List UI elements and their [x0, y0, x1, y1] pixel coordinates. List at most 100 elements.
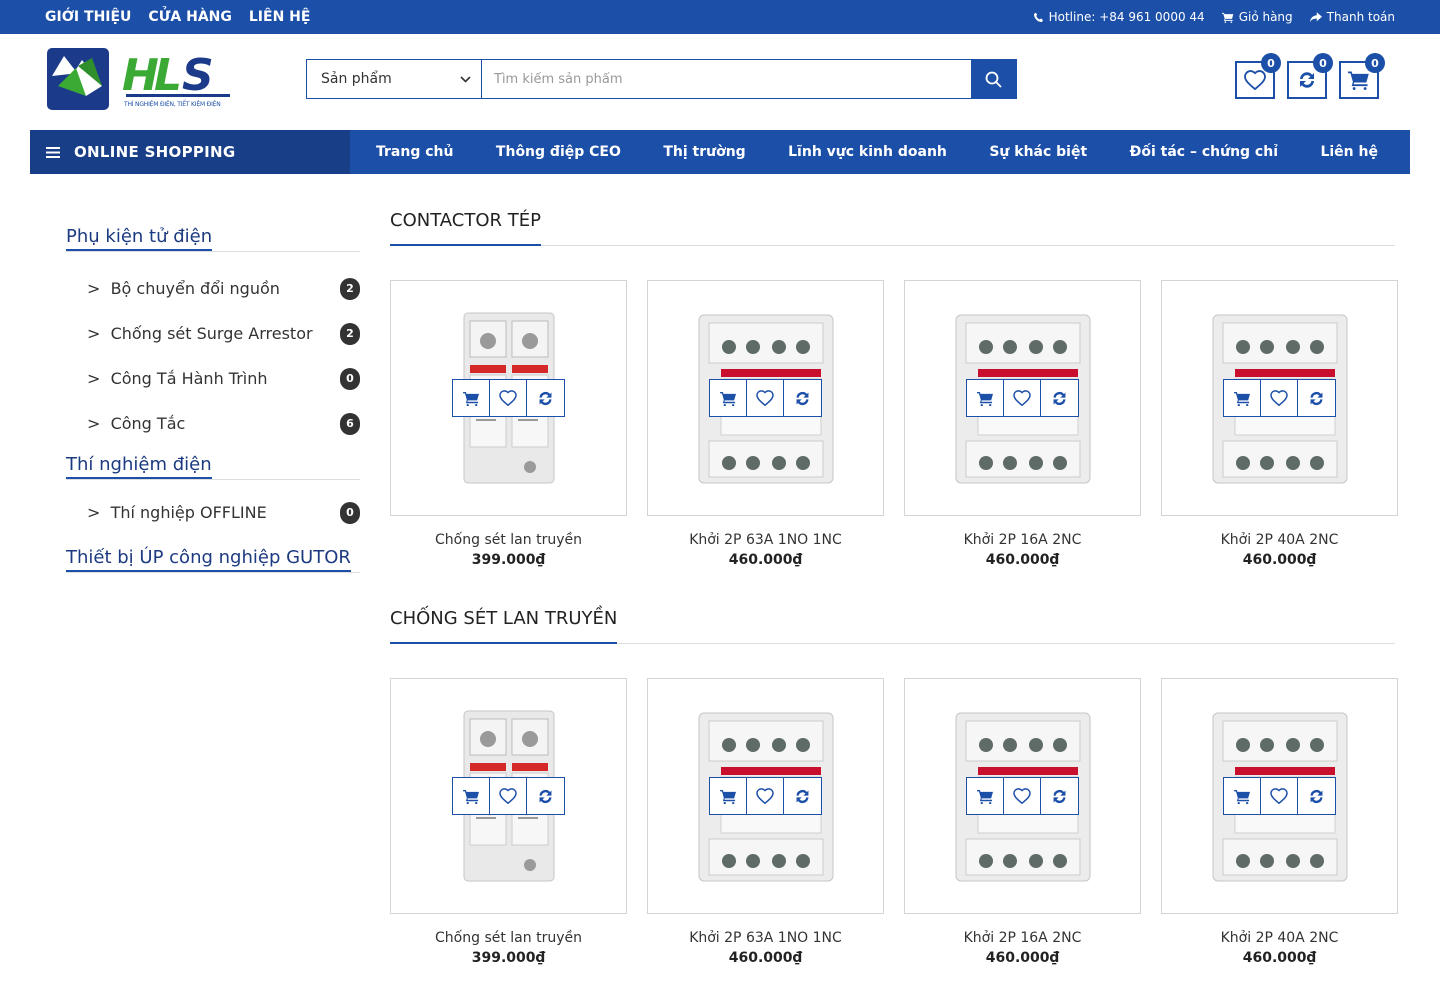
subcategory-count: 2: [340, 322, 360, 345]
product-name[interactable]: Chống sét lan truyền: [390, 532, 627, 548]
main-nav-items: Trang chủ Thông điệp CEO Thị trường Lĩnh…: [350, 130, 1410, 174]
subcategory-label: > Công Tắc: [87, 414, 186, 433]
product-name[interactable]: Khởi 2P 40A 2NC: [1161, 532, 1398, 548]
add-to-wishlist-button[interactable]: [490, 778, 527, 814]
product-card[interactable]: Chống sét lan truyền 399.000₫: [390, 280, 627, 568]
compare-button[interactable]: [1041, 778, 1078, 814]
add-to-cart-button[interactable]: [1224, 778, 1261, 814]
subcategory-item[interactable]: > Công Tắ Hành Trình 0: [66, 356, 360, 401]
product-image-frame[interactable]: [390, 678, 627, 914]
heart-icon: [1270, 390, 1288, 406]
compare-button[interactable]: [527, 380, 564, 416]
product-image-frame[interactable]: [904, 678, 1141, 914]
hotline[interactable]: Hotline: +84 961 0000 44: [1033, 10, 1205, 24]
add-to-wishlist-button[interactable]: [747, 778, 784, 814]
top-link-contact[interactable]: LIÊN HỆ: [249, 9, 311, 25]
nav-item-business-fields[interactable]: Lĩnh vực kinh doanh: [788, 144, 947, 160]
top-cart-label: Giỏ hàng: [1238, 10, 1293, 24]
compare-button[interactable]: [784, 778, 821, 814]
subcategory-item[interactable]: > Bộ chuyển đổi nguồn 2: [66, 266, 360, 311]
add-to-wishlist-button[interactable]: [1004, 778, 1041, 814]
add-to-cart-button[interactable]: [967, 380, 1004, 416]
subcategory-item[interactable]: > Chống sét Surge Arrestor 2: [66, 311, 360, 356]
online-shopping-label: ONLINE SHOPPING: [74, 143, 236, 161]
section-title-text: CONTACTOR TÉP: [390, 210, 541, 246]
top-link-store[interactable]: CỬA HÀNG: [148, 9, 231, 25]
add-to-cart-button[interactable]: [1224, 380, 1261, 416]
add-to-cart-button[interactable]: [967, 778, 1004, 814]
add-to-wishlist-button[interactable]: [1004, 380, 1041, 416]
section-title: CONTACTOR TÉP: [390, 210, 1395, 246]
compare-button[interactable]: [784, 380, 821, 416]
add-to-cart-button[interactable]: [453, 380, 490, 416]
compare-button[interactable]: [1298, 380, 1335, 416]
subcategory-count: 0: [340, 367, 360, 390]
add-to-wishlist-button[interactable]: [1261, 380, 1298, 416]
product-card[interactable]: Khởi 2P 63A 1NO 1NC 460.000₫: [647, 678, 884, 966]
wishlist-button[interactable]: 0: [1235, 53, 1281, 99]
product-actions: [966, 379, 1079, 417]
product-image-frame[interactable]: [904, 280, 1141, 516]
product-image-frame[interactable]: [1161, 678, 1398, 914]
online-shopping-toggle[interactable]: ONLINE SHOPPING: [30, 130, 350, 174]
product-card[interactable]: Khởi 2P 40A 2NC 460.000₫: [1161, 678, 1398, 966]
nav-item-contact[interactable]: Liên hệ: [1320, 144, 1378, 160]
nav-item-market[interactable]: Thị trường: [663, 144, 745, 160]
refresh-icon: [1310, 789, 1323, 803]
nav-item-difference[interactable]: Sự khác biệt: [989, 144, 1087, 160]
search-category-select[interactable]: Sản phẩm: [307, 60, 482, 98]
nav-item-ceo-message[interactable]: Thông điệp CEO: [496, 144, 621, 160]
product-price: 460.000₫: [1242, 552, 1317, 568]
product-card[interactable]: Khởi 2P 40A 2NC 460.000₫: [1161, 280, 1398, 568]
product-name[interactable]: Khởi 2P 40A 2NC: [1161, 930, 1398, 946]
category-title[interactable]: Thiết bị ÚP công nghiệp GUTOR: [66, 547, 360, 573]
add-to-wishlist-button[interactable]: [1261, 778, 1298, 814]
product-name[interactable]: Khởi 2P 16A 2NC: [904, 532, 1141, 548]
cart-icon: [1233, 789, 1250, 804]
top-cart-link[interactable]: Giỏ hàng: [1221, 10, 1293, 24]
heart-icon: [756, 390, 774, 406]
subcategory-label-text: Công Tắ Hành Trình: [110, 369, 268, 388]
subcategory-item[interactable]: > Công Tắc 6: [66, 401, 360, 446]
product-name[interactable]: Khởi 2P 63A 1NO 1NC: [647, 930, 884, 946]
subcategory-label: > Thí nghiệp OFFLINE: [87, 503, 267, 522]
subcategory-item[interactable]: > Thí nghiệp OFFLINE 0: [66, 490, 360, 535]
product-actions: [1223, 777, 1336, 815]
nav-item-partners[interactable]: Đối tác – chứng chỉ: [1130, 144, 1278, 160]
compare-button[interactable]: 0: [1287, 53, 1333, 99]
product-image-frame[interactable]: [390, 280, 627, 516]
product-card[interactable]: Chống sét lan truyền 399.000₫: [390, 678, 627, 966]
product-name[interactable]: Khởi 2P 63A 1NO 1NC: [647, 532, 884, 548]
product-card[interactable]: Khởi 2P 16A 2NC 460.000₫: [904, 678, 1141, 966]
cart-icon: [719, 789, 736, 804]
product-name[interactable]: Khởi 2P 16A 2NC: [904, 930, 1141, 946]
search-button[interactable]: [971, 60, 1016, 98]
add-to-cart-button[interactable]: [710, 778, 747, 814]
compare-button[interactable]: [527, 778, 564, 814]
cart-icon: [462, 789, 479, 804]
search-input[interactable]: [482, 60, 971, 98]
product-card[interactable]: Khởi 2P 63A 1NO 1NC 460.000₫: [647, 280, 884, 568]
product-image-frame[interactable]: [1161, 280, 1398, 516]
product-card[interactable]: Khởi 2P 16A 2NC 460.000₫: [904, 280, 1141, 568]
product-name[interactable]: Chống sét lan truyền: [390, 930, 627, 946]
add-to-cart-button[interactable]: [710, 380, 747, 416]
category-title[interactable]: Thí nghiệm điện: [66, 454, 360, 480]
product-actions: [966, 777, 1079, 815]
refresh-icon: [796, 789, 809, 803]
nav-item-home[interactable]: Trang chủ: [376, 144, 453, 160]
add-to-wishlist-button[interactable]: [747, 380, 784, 416]
cart-button[interactable]: 0: [1339, 53, 1385, 99]
add-to-cart-button[interactable]: [453, 778, 490, 814]
svg-text:L: L: [154, 50, 182, 101]
compare-button[interactable]: [1298, 778, 1335, 814]
product-image-frame[interactable]: [647, 678, 884, 914]
top-checkout-link[interactable]: Thanh toán: [1309, 10, 1395, 24]
top-link-about[interactable]: GIỚI THIỆU: [45, 9, 131, 25]
product-image-frame[interactable]: [647, 280, 884, 516]
compare-button[interactable]: [1041, 380, 1078, 416]
category-title[interactable]: Phụ kiện tử điện: [66, 226, 360, 252]
heart-icon: [499, 390, 517, 406]
refresh-icon: [539, 789, 552, 803]
add-to-wishlist-button[interactable]: [490, 380, 527, 416]
